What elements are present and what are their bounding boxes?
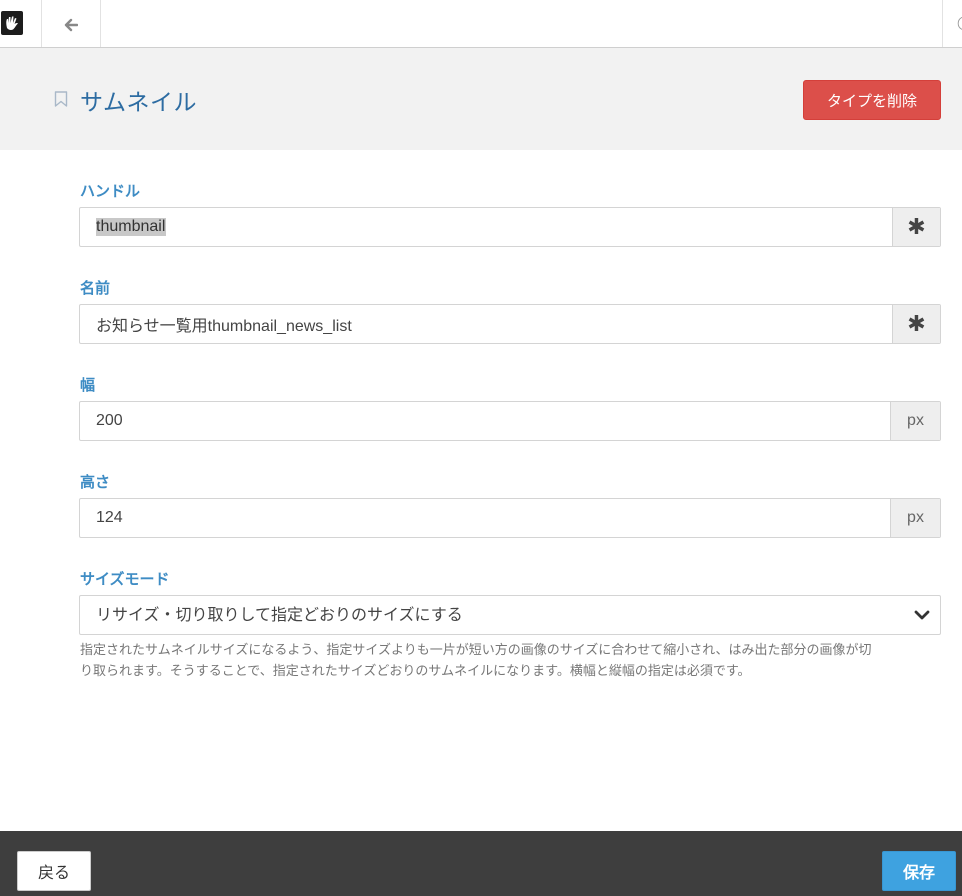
action-footer: 戻る 保存 (0, 831, 962, 896)
concrete5-hand-icon (1, 11, 23, 35)
height-unit: px (890, 499, 940, 537)
page-title: サムネイル (80, 90, 198, 116)
page-header: サムネイル タイプを削除 (0, 48, 962, 150)
arrow-left-icon (64, 18, 79, 31)
required-icon: ✱ (892, 305, 940, 343)
size-mode-label: サイズモード (80, 570, 170, 588)
top-toolbar: ◯ (0, 0, 962, 48)
save-button[interactable]: 保存 (882, 851, 956, 891)
handle-input[interactable] (80, 208, 892, 246)
back-nav-button[interactable] (42, 0, 101, 47)
help-text-line: 指定されたサムネイルサイズになるよう、指定サイズよりも一片が短い方の画像のサイズ… (80, 643, 872, 658)
search-icon: ◯ (957, 15, 962, 31)
name-label: 名前 (80, 279, 111, 297)
bookmark-icon[interactable] (54, 91, 68, 107)
width-input-group: px (79, 401, 941, 441)
required-icon: ✱ (892, 208, 940, 246)
height-input[interactable] (80, 499, 890, 537)
size-mode-select[interactable]: リサイズ・切り取りして指定どおりのサイズにする (79, 595, 941, 635)
name-input[interactable] (80, 305, 892, 343)
chevron-down-icon (914, 610, 930, 620)
handle-input-group: ✱ (79, 207, 941, 247)
back-button[interactable]: 戻る (17, 851, 91, 891)
help-text-line: り取られます。そうすることで、指定されたサイズどおりのサムネイルになります。横幅… (80, 664, 751, 679)
size-mode-selected: リサイズ・切り取りして指定どおりのサイズにする (96, 605, 463, 624)
height-label: 高さ (80, 473, 111, 491)
delete-type-button[interactable]: タイプを削除 (803, 80, 941, 120)
width-label: 幅 (80, 376, 96, 394)
width-input[interactable] (80, 402, 890, 440)
width-unit: px (890, 402, 940, 440)
handle-label: ハンドル (80, 182, 141, 200)
size-mode-help: 指定されたサムネイルサイズになるよう、指定サイズよりも一片が短い方の画像のサイズ… (80, 640, 942, 682)
toolbar-right-button[interactable]: ◯ (942, 0, 962, 47)
name-input-group: ✱ (79, 304, 941, 344)
height-input-group: px (79, 498, 941, 538)
logo-button[interactable] (0, 0, 42, 47)
